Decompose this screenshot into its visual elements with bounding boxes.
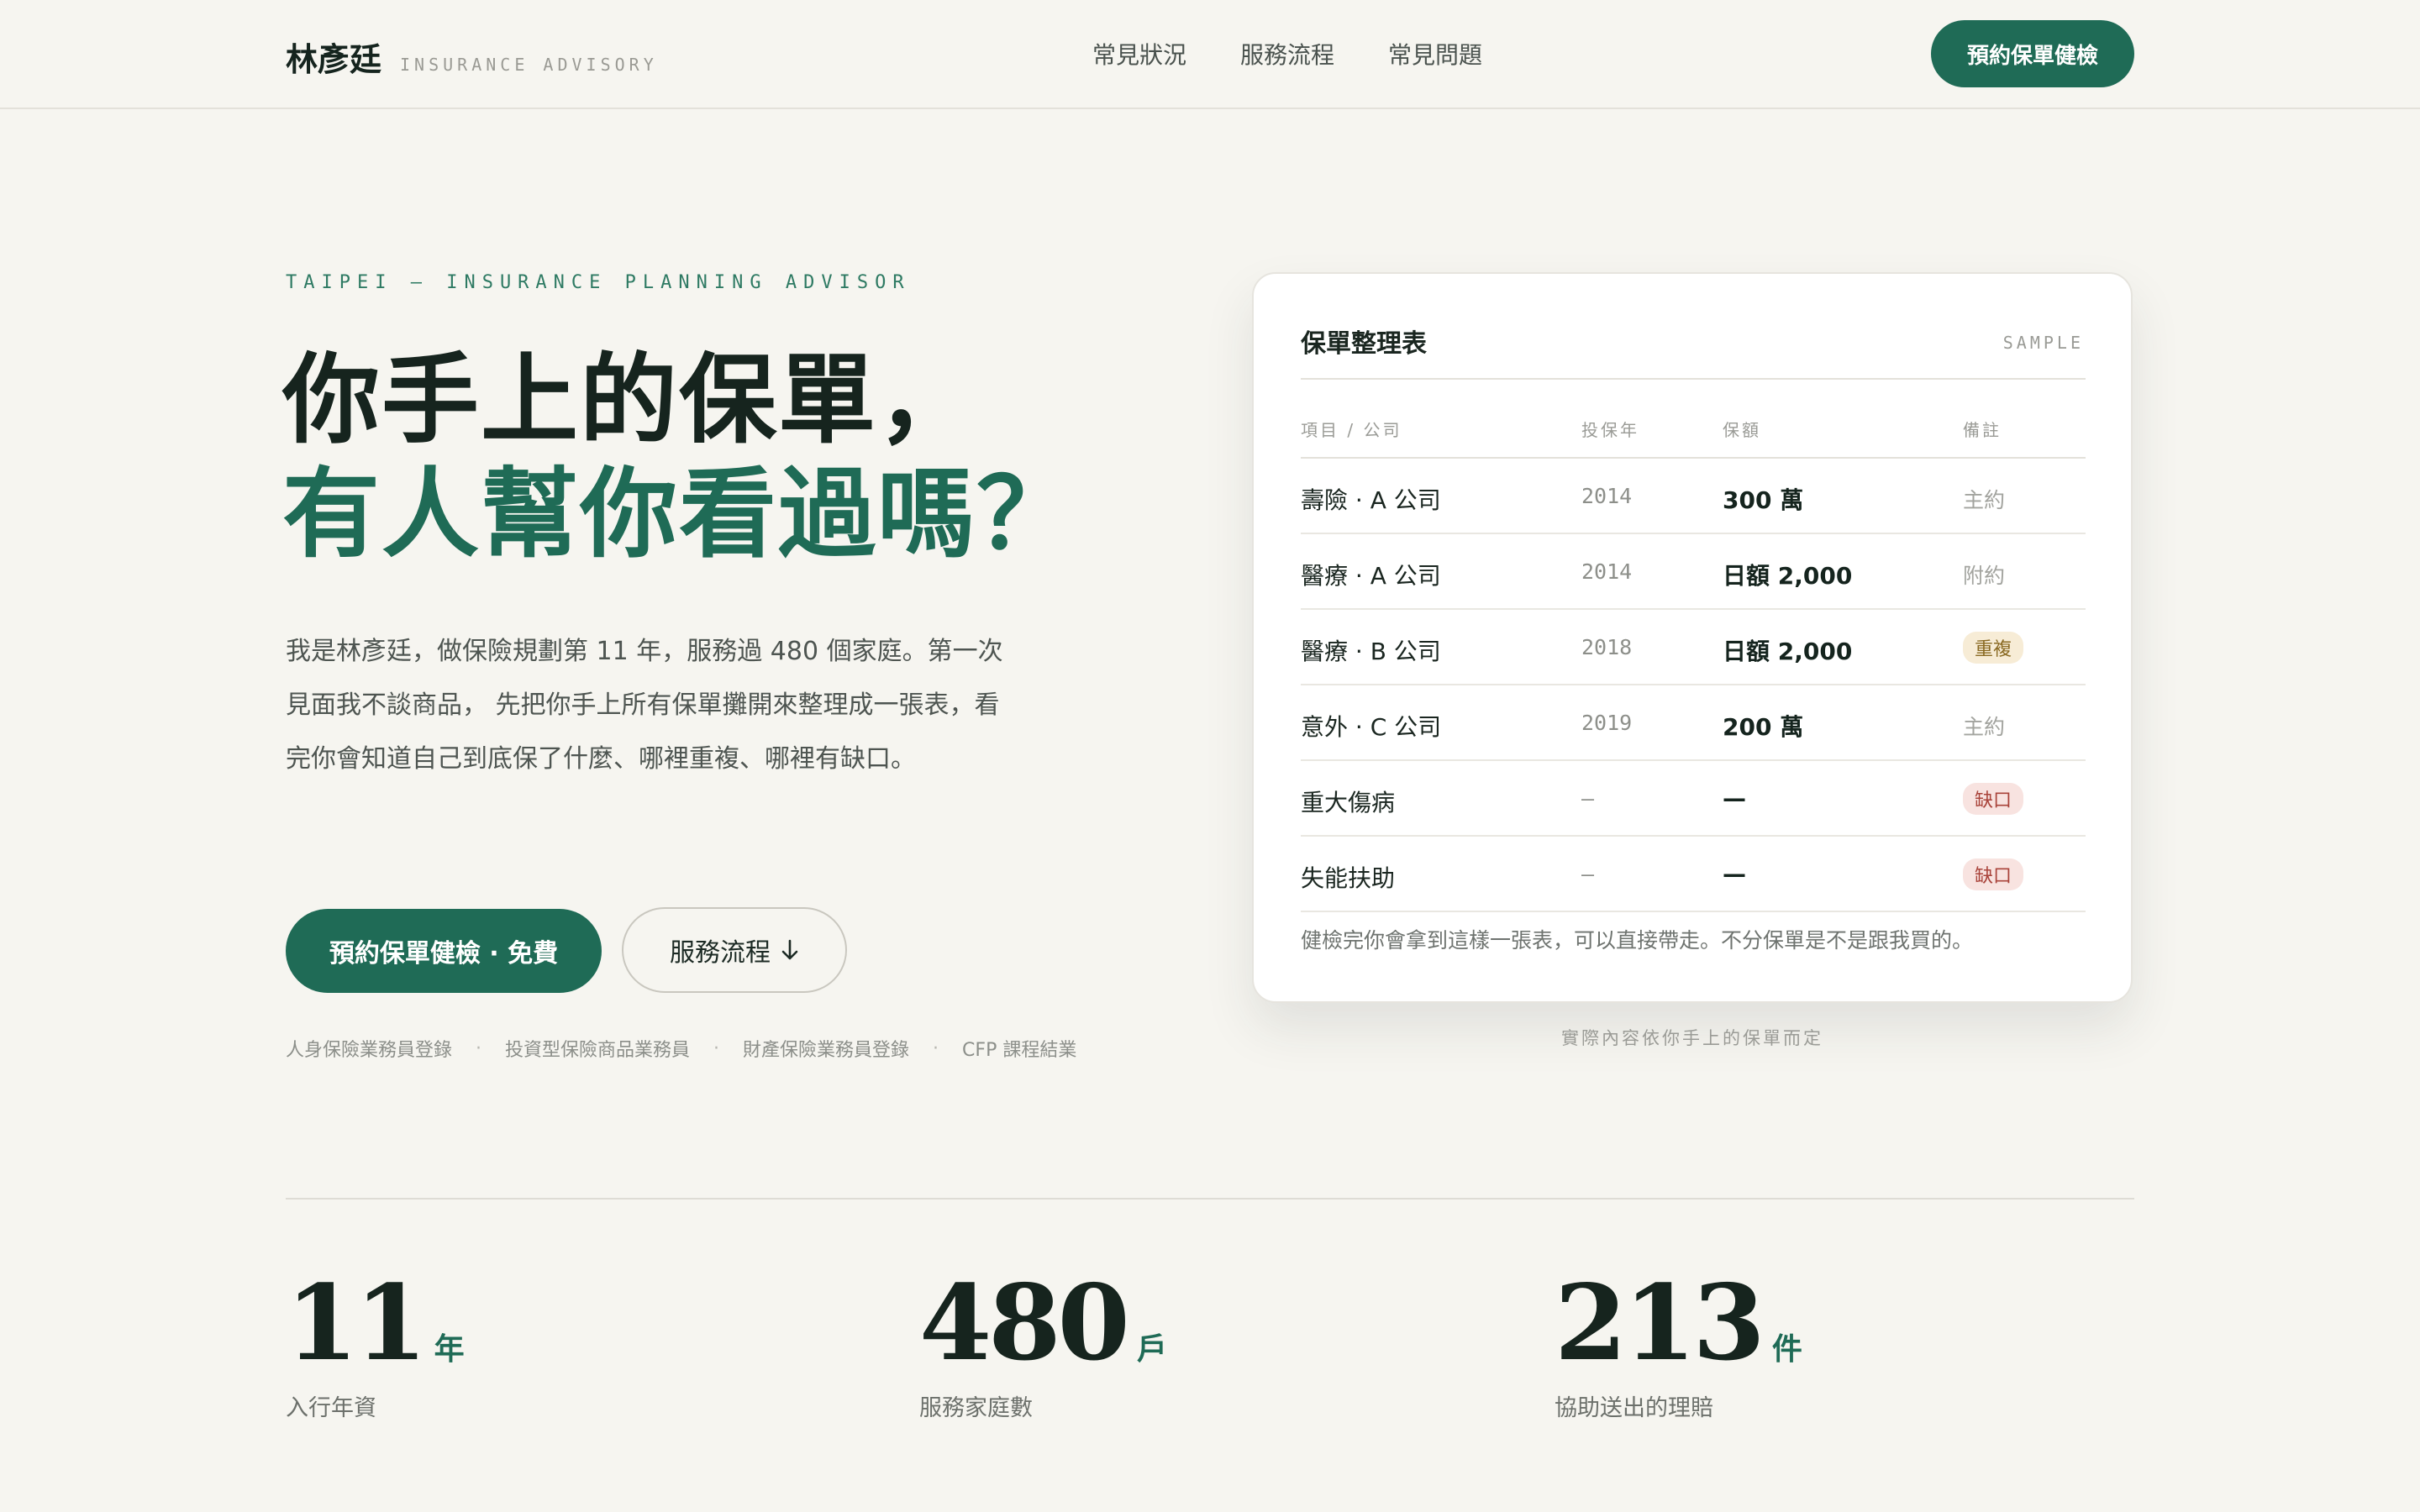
row-item: 醫療 · A 公司 <box>1301 562 1441 590</box>
row-year: – <box>1581 862 1595 886</box>
stat-unit: 戶 <box>1136 1331 1167 1367</box>
hero-intro: 我是林彥廷，做保險規劃第 11 年，服務過 480 個家庭。第一次見面我不談商品… <box>286 637 1003 774</box>
column-header-note: 備註 <box>1963 420 2002 440</box>
row-note: 主約 <box>1963 488 2006 512</box>
table-row: 重大傷病 – — 缺口 <box>1301 761 2086 837</box>
service-process-label: 服務流程 <box>670 938 771 968</box>
stat-label: 入行年資 <box>286 1395 376 1421</box>
credential-item: 財產保險業務員登錄 <box>743 1040 910 1061</box>
column-header-amount: 保額 <box>1723 420 1761 440</box>
row-item: 重大傷病 <box>1301 789 1396 816</box>
separator-dot: · <box>713 1037 720 1059</box>
policy-summary-card: 保單整理表 SAMPLE 項目 / 公司 投保年 保額 備註 壽險 · A 公司… <box>1252 272 2133 1003</box>
table-row: 醫療 · A 公司 2014 日額 2,000 附約 <box>1301 534 2086 610</box>
credential-item: CFP 課程結業 <box>962 1040 1077 1061</box>
table-row: 壽險 · A 公司 2014 300 萬 主約 <box>1301 459 2086 534</box>
nav-item-situations[interactable]: 常見狀況 <box>1092 37 1186 71</box>
table-header: 項目 / 公司 投保年 保額 備註 <box>1301 398 2086 459</box>
arrow-down-icon <box>781 939 798 960</box>
brand[interactable]: 林彥廷 INSURANCE ADVISORY <box>286 34 658 80</box>
stat-claims: 213 件 協助送出的理賠 <box>1555 1265 1802 1422</box>
duplicate-badge: 重複 <box>1963 632 2024 664</box>
hero-title-line1: 你手上的保單， <box>282 343 976 457</box>
nav-item-process[interactable]: 服務流程 <box>1240 37 1334 71</box>
row-year: 2018 <box>1581 635 1633 659</box>
row-year: 2014 <box>1581 484 1633 508</box>
card-divider <box>1301 378 2086 380</box>
sample-tag: SAMPLE <box>2002 333 2084 353</box>
stat-value: 11 <box>286 1263 428 1384</box>
stat-value: 480 <box>919 1263 1130 1384</box>
brand-name: 林彥廷 <box>286 40 382 78</box>
row-amount: 300 萬 <box>1723 486 1804 514</box>
row-item: 壽險 · A 公司 <box>1301 486 1441 514</box>
stat-households: 480 戶 服務家庭數 <box>919 1265 1167 1422</box>
row-item: 醫療 · B 公司 <box>1301 638 1441 665</box>
stat-unit: 件 <box>1771 1331 1802 1367</box>
book-free-checkup-button[interactable]: 預約保單健檢 · 免費 <box>286 909 602 993</box>
main-nav: 常見狀況 服務流程 常見問題 <box>1092 37 1482 71</box>
row-amount: — <box>1723 785 1746 812</box>
row-item: 意外 · C 公司 <box>1301 713 1442 741</box>
separator-dot: · <box>476 1037 482 1059</box>
credentials-list: 人身保險業務員登錄 · 投資型保險商品業務員 · 財產保險業務員登錄 · CFP 課程… <box>286 1035 1076 1062</box>
table-row: 失能扶助 – — 缺口 <box>1301 837 2086 912</box>
credential-item: 投資型保險商品業務員 <box>505 1040 691 1061</box>
card-caption: 實際內容依你手上的保單而定 <box>1561 1028 1823 1048</box>
credential-item: 人身保險業務員登錄 <box>286 1040 453 1061</box>
row-amount: 日額 2,000 <box>1723 562 1853 590</box>
row-year: 2014 <box>1581 559 1633 584</box>
service-process-button[interactable]: 服務流程 <box>622 907 847 993</box>
column-header-year: 投保年 <box>1581 420 1639 440</box>
card-footnote: 健檢完你會拿到這樣一張表，可以直接帶走。不分保單是不是跟我買的。 <box>1301 928 1974 953</box>
column-header-item: 項目 / 公司 <box>1301 420 1402 440</box>
section-divider <box>286 1198 2134 1200</box>
stat-years: 11 年 入行年資 <box>286 1265 465 1422</box>
stat-unit: 年 <box>434 1331 465 1367</box>
brand-subtitle: INSURANCE ADVISORY <box>400 55 658 75</box>
separator-dot: · <box>933 1037 939 1059</box>
stat-label: 協助送出的理賠 <box>1555 1395 1713 1421</box>
card-title: 保單整理表 <box>1301 329 1427 359</box>
row-note: 主約 <box>1963 715 2006 739</box>
table-row: 醫療 · B 公司 2018 日額 2,000 重複 <box>1301 610 2086 685</box>
row-year: – <box>1581 786 1595 811</box>
table-row: 意外 · C 公司 2019 200 萬 主約 <box>1301 685 2086 761</box>
site-header: 林彥廷 INSURANCE ADVISORY 常見狀況 服務流程 常見問題 預約… <box>0 0 2420 109</box>
stat-label: 服務家庭數 <box>919 1395 1033 1421</box>
stat-value: 213 <box>1555 1263 1765 1384</box>
row-note: 附約 <box>1963 564 2006 588</box>
row-amount: 日額 2,000 <box>1723 638 1853 665</box>
nav-item-faq[interactable]: 常見問題 <box>1388 37 1482 71</box>
row-amount: 200 萬 <box>1723 713 1804 741</box>
header-book-button[interactable]: 預約保單健檢 <box>1931 20 2134 87</box>
hero-title-line2: 有人幫你看過嗎？ <box>282 457 1076 571</box>
gap-badge: 缺口 <box>1963 858 2024 890</box>
gap-badge: 缺口 <box>1963 783 2024 815</box>
hero-title: 你手上的保單， 有人幫你看過嗎？ <box>282 343 1076 571</box>
hero-eyebrow: TAIPEI — INSURANCE PLANNING ADVISOR <box>286 272 911 293</box>
row-item: 失能扶助 <box>1301 864 1396 892</box>
row-year: 2019 <box>1581 711 1633 735</box>
row-amount: — <box>1723 860 1746 888</box>
